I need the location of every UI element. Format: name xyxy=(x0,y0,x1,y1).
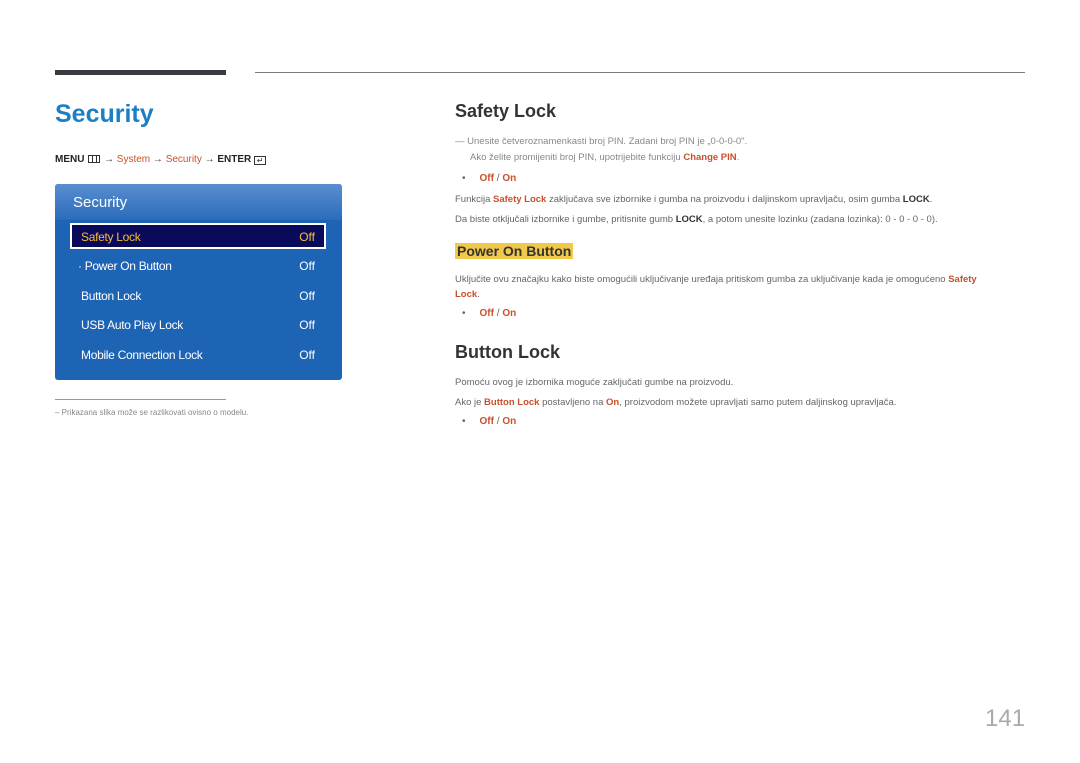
text: Funkcija xyxy=(455,194,494,205)
osd-title: Security xyxy=(73,194,128,211)
menu-label: MENU xyxy=(55,154,85,165)
osd-item-label: · Power On Button xyxy=(78,259,172,273)
safety-lock-ref: Safety Lock xyxy=(493,194,547,205)
safety-lock-options: • Off / On xyxy=(462,173,517,184)
safety-lock-ref: Lock xyxy=(455,289,478,300)
menu-path: MENU → System → Security → ENTER ↵ xyxy=(55,154,267,165)
option-on: On xyxy=(502,308,517,319)
page-number: 141 xyxy=(985,705,1026,732)
text: Da biste otključali izbornike i gumbe, p… xyxy=(455,214,676,225)
text: Uključite ovu značajku kako biste omoguć… xyxy=(455,274,949,285)
safety-lock-ref: Safety xyxy=(948,274,977,285)
page-title: Security xyxy=(55,100,154,128)
option-on: On xyxy=(502,173,517,184)
osd-item-value: Off xyxy=(299,259,315,273)
osd-item-button-lock[interactable]: Button Lock Off xyxy=(70,283,326,309)
on-ref: On xyxy=(606,397,620,408)
osd-item-label: Mobile Connection Lock xyxy=(81,348,203,362)
button-lock-description-1: Pomoću ovog je izbornika moguće zaključa… xyxy=(455,377,734,388)
text: postavljeno na xyxy=(539,397,607,408)
option-on: On xyxy=(502,416,517,427)
option-off: Off xyxy=(479,173,494,184)
osd-item-value: Off xyxy=(299,289,315,303)
button-lock-options: • Off / On xyxy=(462,416,517,427)
safety-lock-description-2: Da biste otključali izbornike i gumbe, p… xyxy=(455,214,938,225)
menu-icon xyxy=(88,155,101,163)
safety-lock-heading: Safety Lock xyxy=(455,101,557,121)
osd-item-safety-lock[interactable]: Safety Lock Off xyxy=(70,223,326,249)
security-osd-menu: Security Safety Lock Off · Power On Butt… xyxy=(55,184,342,380)
arrow: → xyxy=(152,154,163,165)
lock-ref: LOCK xyxy=(675,214,703,225)
header-bar-thick xyxy=(55,70,226,75)
note-text: Unesite četveroznamenkasti broj PIN. Zad… xyxy=(467,136,748,147)
osd-item-value: Off xyxy=(299,318,315,332)
header-bar-thin xyxy=(255,72,1025,73)
option-off: Off xyxy=(479,308,494,319)
osd-item-value: Off xyxy=(299,230,315,244)
text: Ako je xyxy=(455,397,485,408)
option-off: Off xyxy=(479,416,494,427)
note-text: Ako želite promijeniti broj PIN, upotrij… xyxy=(470,152,684,163)
power-on-button-description-cont: Lock. xyxy=(455,289,480,300)
text: , a potom unesite lozinku (zadana lozink… xyxy=(702,214,938,225)
footnote: – Prikazana slika može se razlikovati ov… xyxy=(55,408,249,417)
osd-item-mobile-connection-lock[interactable]: Mobile Connection Lock Off xyxy=(70,342,326,368)
button-lock-description-2: Ako je Button Lock postavljeno na On, pr… xyxy=(455,397,896,408)
power-on-button-title: Power On Button xyxy=(455,243,574,259)
safety-lock-note-1: — Unesite četveroznamenkasti broj PIN. Z… xyxy=(455,136,748,147)
power-on-button-options: • Off / On xyxy=(462,308,517,319)
enter-icon: ↵ xyxy=(254,156,267,165)
safety-lock-note-2: Ako želite promijeniti broj PIN, upotrij… xyxy=(470,152,740,163)
power-on-button-heading: Power On Button xyxy=(455,243,574,261)
change-pin-link: Change PIN xyxy=(683,152,737,163)
button-lock-ref: Button Lock xyxy=(484,397,540,408)
safety-lock-description-1: Funkcija Safety Lock zaključava sve izbo… xyxy=(455,194,933,205)
osd-item-usb-auto-play-lock[interactable]: USB Auto Play Lock Off xyxy=(70,312,326,338)
text: , proizvodom možete upravljati samo pute… xyxy=(619,397,897,408)
osd-item-power-on-button[interactable]: · Power On Button Off xyxy=(70,253,326,279)
osd-item-label: USB Auto Play Lock xyxy=(81,318,183,332)
menu-path-system: System xyxy=(116,154,151,165)
menu-path-security: Security xyxy=(165,154,202,165)
footnote-divider xyxy=(55,399,226,400)
lock-ref: LOCK xyxy=(902,194,930,205)
arrow: → xyxy=(104,154,115,165)
arrow: → xyxy=(204,154,215,165)
button-lock-heading: Button Lock xyxy=(455,342,560,362)
text: zaključava sve izbornike i gumba na proi… xyxy=(546,194,903,205)
osd-item-label: Button Lock xyxy=(81,289,142,303)
osd-item-label: Safety Lock xyxy=(81,230,141,244)
osd-item-value: Off xyxy=(299,348,315,362)
enter-label: ENTER xyxy=(217,154,252,165)
power-on-button-description: Uključite ovu značajku kako biste omoguć… xyxy=(455,274,977,285)
